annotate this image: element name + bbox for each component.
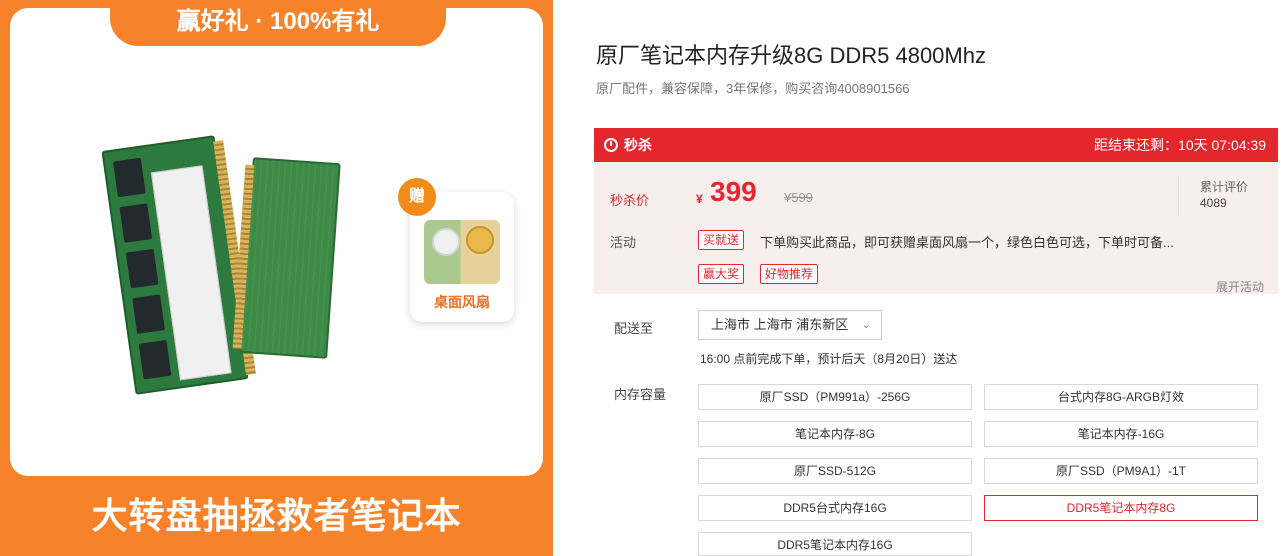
clock-icon [604,138,618,152]
ram-stick-image [101,135,256,395]
gift-label: 桌面风扇 [434,294,490,310]
review-count[interactable]: 4089 [1200,196,1227,210]
price-label: 秒杀价 [610,193,650,208]
promo-bottom-banner[interactable]: 大转盘抽拯救者笔记本 [0,476,553,556]
capacity-option-selected[interactable]: DDR5笔记本内存8G [984,495,1258,521]
ram-stick-back-image [232,157,341,359]
activity-tag-gift[interactable]: 买就送 [698,230,745,250]
expand-activity-link[interactable]: 展开活动 [1216,278,1264,295]
countdown: 距结束还剩：10天 07:04:39 [1094,137,1266,153]
gift-card[interactable]: 赠 桌面风扇 [398,178,514,322]
capacity-option[interactable]: 台式内存8G-ARGB灯效 [984,384,1258,410]
chevron-down-icon: ⌄ [861,319,871,331]
activity-label: 活动 [610,235,637,250]
activity-tag-recommend[interactable]: 好物推荐 [760,264,819,284]
gold-fan-icon [466,226,494,254]
address-select[interactable]: 上海市 上海市 浦东新区 ⌄ [698,310,882,340]
address-value: 上海市 上海市 浦东新区 [711,317,849,332]
capacity-option[interactable]: DDR5台式内存16G [698,495,972,521]
product-title: 原厂笔记本内存升级8G DDR5 4800Mhz [596,43,986,68]
capacity-label: 内存容量 [614,387,667,402]
product-subtitle: 原厂配件，兼容保障，3年保修，购买咨询4008901566 [596,81,910,96]
activity-text: 下单购买此商品，即可获赠桌面风扇一个，绿色白色可选，下单时可备... [760,235,1174,250]
promo-top-banner: 赢好礼 · 100%有礼 [110,0,446,46]
flash-sale-label: 秒杀 [604,128,652,162]
capacity-option[interactable]: 笔记本内存-16G [984,421,1258,447]
capacity-option[interactable]: 笔记本内存-8G [698,421,972,447]
gift-badge: 赠 [398,178,436,216]
shipping-label: 配送至 [614,321,654,336]
current-price: 399 [710,176,757,207]
promo-image-area: 赠 桌面风扇 [10,8,543,476]
fan-image [424,220,500,284]
review-label[interactable]: 累计评价 [1200,178,1248,195]
original-price: ¥599 [784,190,813,205]
divider [1178,176,1179,216]
price-box: 秒杀价 ¥ 399 ¥599 累计评价 4089 活动 买就送 下单购买此商品，… [594,162,1278,294]
white-fan-icon [432,228,460,256]
currency-symbol: ¥ [696,192,703,206]
capacity-option[interactable]: DDR5笔记本内存16G [698,532,972,556]
capacity-option[interactable]: 原厂SSD（PM9A1）-1T [984,458,1258,484]
flash-sale-bar: 秒杀 距结束还剩：10天 07:04:39 [594,128,1278,162]
capacity-option[interactable]: 原厂SSD-512G [698,458,972,484]
activity-tag-prize[interactable]: 赢大奖 [698,264,745,284]
delivery-estimate: 16:00 点前完成下单，预计后天（8月20日）送达 [700,352,958,366]
promo-panel: 赠 桌面风扇 赢好礼 · 100%有礼 大转盘抽拯救者笔记本 [0,0,553,556]
capacity-option[interactable]: 原厂SSD（PM991a）-256G [698,384,972,410]
